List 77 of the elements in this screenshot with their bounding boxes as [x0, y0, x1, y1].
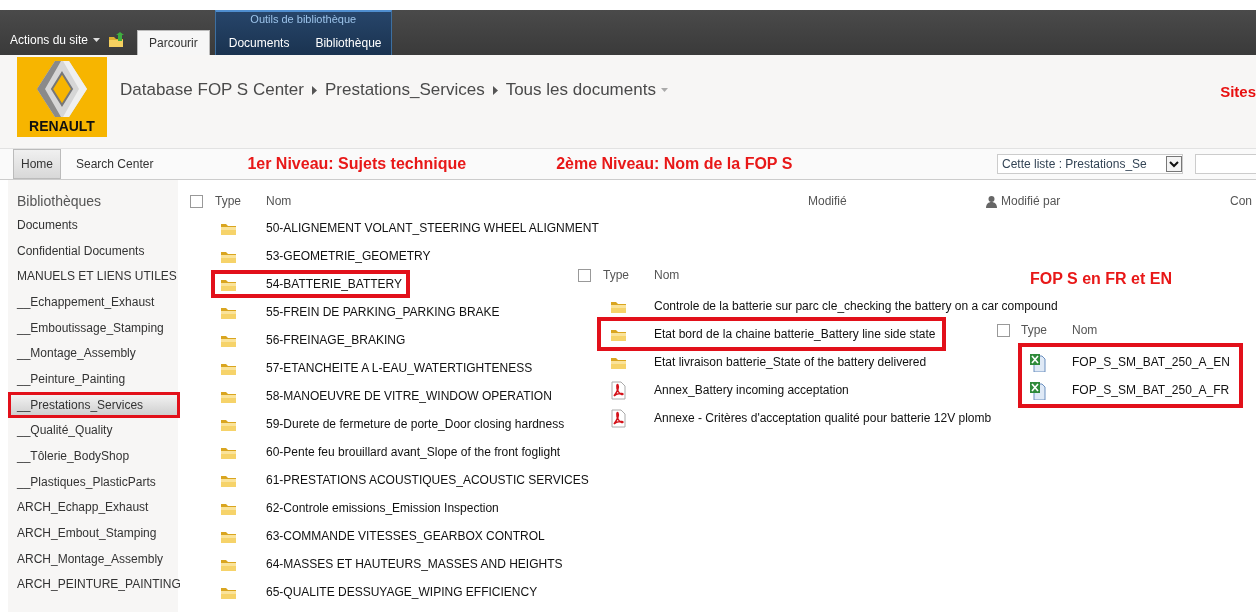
logo[interactable]: RENAULT: [17, 57, 107, 137]
column-header[interactable]: Con: [1230, 194, 1252, 208]
annotation-text: 1er Niveau: Sujets technique: [247, 155, 467, 173]
sidebar-item[interactable]: ARCH_Embout_Stamping: [8, 520, 178, 546]
sidebar-item[interactable]: __Peinture_Painting: [8, 366, 178, 392]
breadcrumb-link[interactable]: Prestations_Services: [324, 80, 485, 100]
file-name-link[interactable]: 56-FREINAGE_BRAKING: [266, 333, 406, 347]
sidebar-item[interactable]: Documents: [8, 212, 178, 238]
sidebar-item[interactable]: __Prestations_Services: [8, 391, 180, 418]
sidebar-item[interactable]: Confidential Documents: [8, 237, 178, 264]
file-name-link[interactable]: 62-Controle emissions_Emission Inspection: [266, 501, 499, 515]
sidebar-item[interactable]: ARCH_Echapp_Exhaust: [8, 494, 178, 521]
file-name-link[interactable]: Controle de la batterie sur parc cle_checking the battery on a car compound: [654, 299, 1058, 313]
file-name-link[interactable]: 63-COMMANDE VITESSES_GEARBOX CONTROL: [266, 529, 545, 543]
sidebar-item[interactable]: __Tôlerie_BodyShop: [8, 443, 178, 469]
file-name-link[interactable]: Etat bord de la chaine batterie_Battery line side state: [654, 327, 936, 341]
spreadsheet-file-icon: [1029, 352, 1046, 372]
sidebar-item[interactable]: __Montage_Assembly: [8, 340, 178, 367]
search-field[interactable]: [1195, 154, 1256, 174]
column-header[interactable]: Modifié: [808, 194, 985, 208]
file-name-link[interactable]: 50-ALIGNEMENT VOLANT_STEERING WHEEL ALIGNMENT: [266, 221, 599, 235]
annotation-text: 2ème Niveau: Nom de la FOP S: [556, 155, 793, 173]
logo-text: RENAULT: [29, 118, 95, 134]
column-header[interactable]: Nom: [654, 268, 680, 282]
sidebar-item[interactable]: __Qualité_Quality: [8, 417, 178, 444]
sidebar-item[interactable]: __Plastiques_PlasticParts: [8, 468, 178, 495]
dropdown-caret-icon: [660, 88, 668, 92]
file-name-link[interactable]: FOP_S_SM_BAT_250_A_FR: [1072, 383, 1230, 397]
spreadsheet-file-icon: [1029, 380, 1046, 400]
file-name-link[interactable]: 61-PRESTATIONS ACOUSTIQUES_ACOUSTIC SERVICES: [266, 473, 589, 487]
annotation-text: FOP S en FR et EN: [1030, 270, 1172, 288]
pdf-file-icon: [610, 408, 627, 428]
person-icon: [985, 194, 998, 208]
file-name-link[interactable]: 64-MASSES ET HAUTEURS_MASSES AND HEIGHTS: [266, 557, 563, 571]
column-header[interactable]: Type: [215, 194, 266, 208]
file-name-link[interactable]: 59-Durete de fermeture de porte_Door closing hardness: [266, 417, 565, 431]
file-name-link[interactable]: 53-GEOMETRIE_GEOMETRY: [266, 249, 431, 263]
pdf-file-icon: [610, 380, 627, 400]
column-header[interactable]: Type: [603, 268, 654, 282]
sidebar-item[interactable]: ARCH_Montage_Assembly: [8, 545, 178, 572]
column-header[interactable]: Type: [1021, 323, 1072, 337]
file-name-link[interactable]: 57-ETANCHEITE A L-EAU_WATERTIGHTENESS: [266, 361, 533, 375]
select-all-checkbox[interactable]: [190, 194, 203, 208]
file-name-link[interactable]: 65-QUALITE DESSUYAGE_WIPING EFFICIENCY: [266, 585, 538, 599]
site-actions-menu[interactable]: Actions du site: [0, 32, 101, 48]
nav-tab[interactable]: Home: [13, 149, 61, 179]
column-header[interactable]: Nom: [1072, 323, 1098, 337]
caret-icon: [93, 38, 101, 42]
select-all-checkbox[interactable]: [578, 268, 591, 282]
file-name-link[interactable]: 60-Pente feu brouillard avant_Slope of the front foglight: [266, 445, 561, 459]
file-name-link[interactable]: 55-FREIN DE PARKING_PARKING BRAKE: [266, 305, 500, 319]
search-scope-dropdown[interactable]: Cette liste : Prestations_Se: [997, 154, 1183, 174]
select-all-checkbox[interactable]: [997, 323, 1010, 337]
sidebar-heading: Bibliothèques: [16, 192, 103, 211]
sidebar-item[interactable]: __Echappement_Exhaust: [8, 289, 178, 315]
tool-group-title: Outils de bibliothèque: [249, 12, 358, 27]
file-name-link[interactable]: Annex_Battery incoming acceptation: [654, 383, 849, 397]
file-name-link[interactable]: Annexe - Critères d'acceptation qualité pour batterie 12V plomb: [654, 411, 992, 425]
file-name-link[interactable]: FOP_S_SM_BAT_250_A_EN: [1072, 355, 1230, 369]
sidebar-item[interactable]: __Emboutissage_Stamping: [8, 314, 178, 341]
file-name-link[interactable]: Etat livraison batterie_State of the battery delivered: [654, 355, 927, 369]
column-header[interactable]: Modifié par: [1001, 194, 1061, 208]
ribbon-tab[interactable]: Bibliothèque: [302, 30, 395, 55]
breadcrumb-link[interactable]: Tous les documents: [505, 80, 656, 100]
breadcrumb-separator-icon: [492, 85, 498, 95]
diamond-logo-icon: [37, 61, 87, 117]
annotation-text: Sites: [1220, 83, 1256, 100]
ribbon-tab[interactable]: Documents: [215, 30, 303, 55]
file-name-link[interactable]: 58-MANOEUVRE DE VITRE_WINDOW OPERATION: [266, 389, 552, 403]
column-header[interactable]: Nom: [266, 194, 808, 208]
ribbon-tab[interactable]: Parcourir: [137, 30, 210, 55]
sidebar-item[interactable]: ARCH_PEINTURE_PAINTING: [8, 571, 178, 598]
file-name-link[interactable]: 54-BATTERIE_BATTERY: [266, 277, 403, 291]
breadcrumb-link[interactable]: Database FOP S Center: [120, 80, 304, 100]
sidebar-item[interactable]: MANUELS ET LIENS UTILES: [8, 263, 178, 290]
breadcrumb-separator-icon: [311, 85, 317, 95]
nav-tab[interactable]: Search Center: [69, 149, 161, 179]
